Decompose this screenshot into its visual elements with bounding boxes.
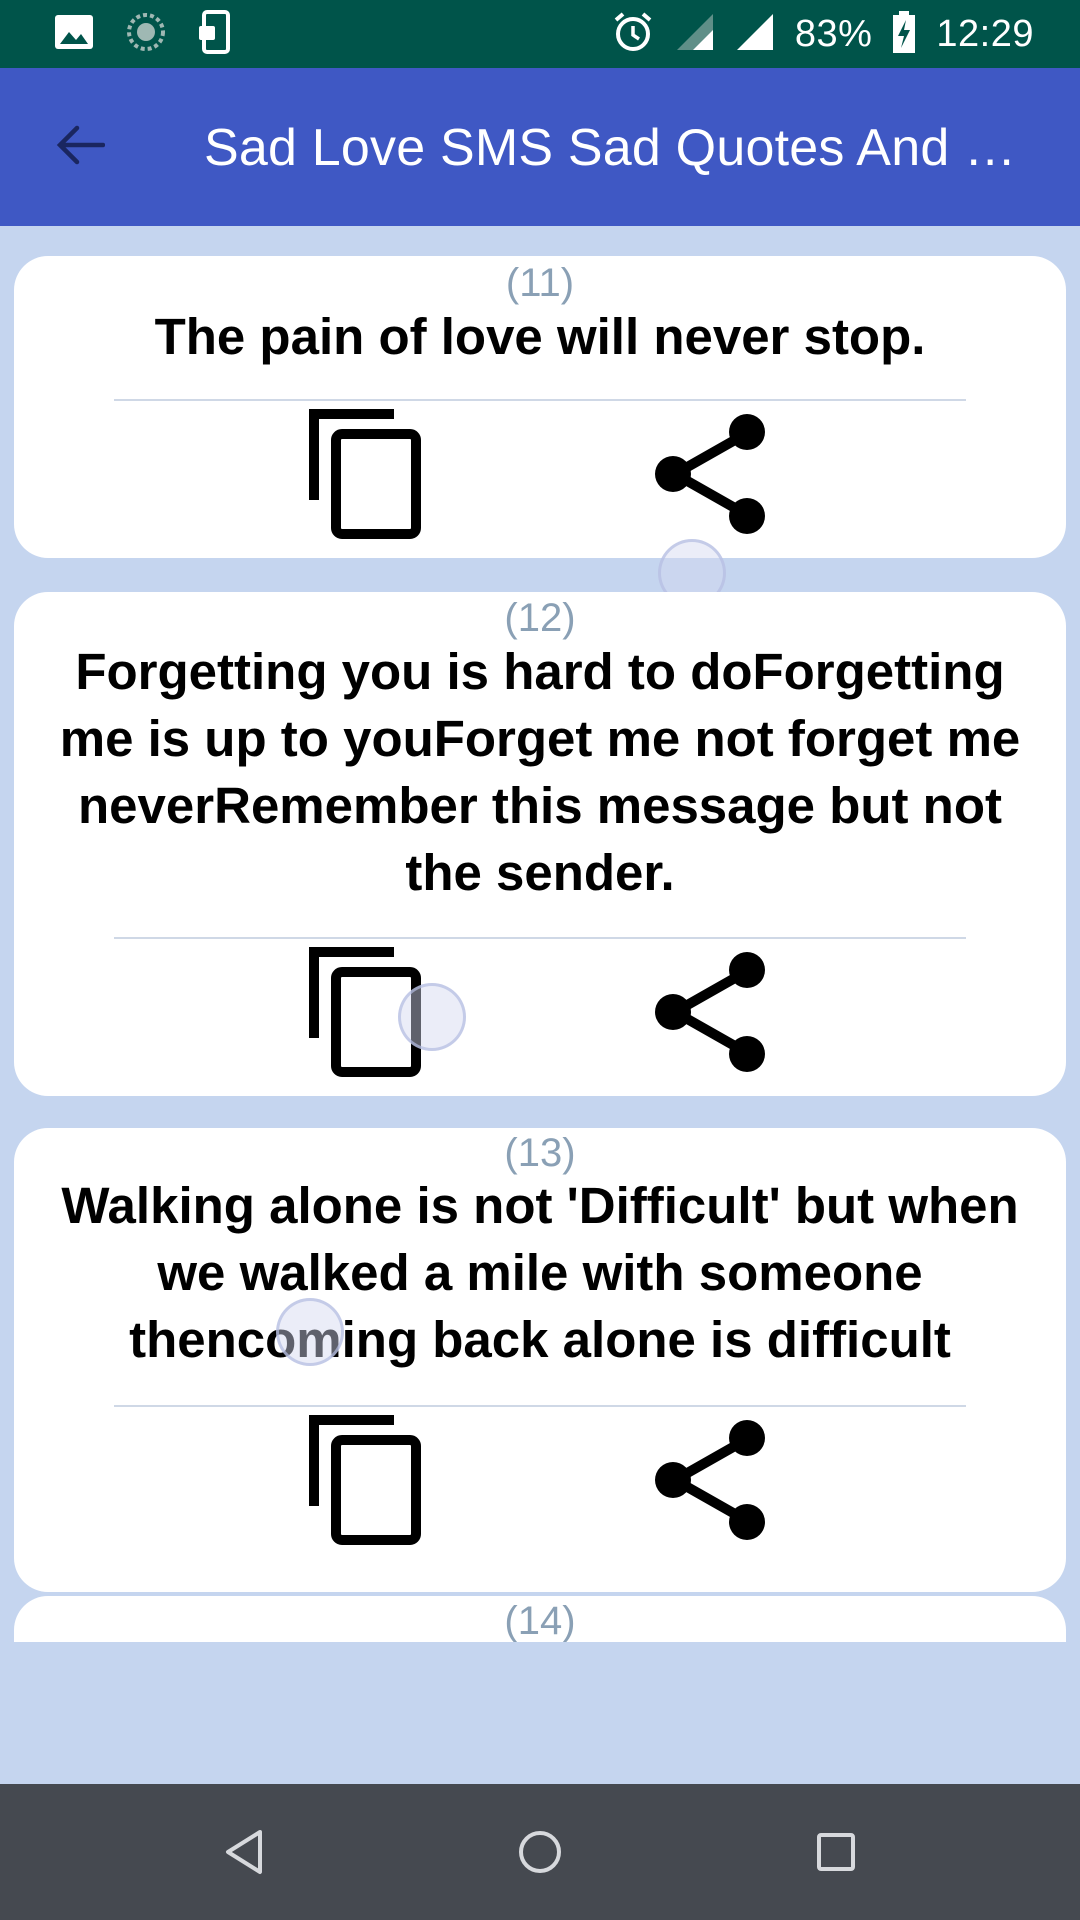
copy-icon (306, 408, 422, 545)
copy-icon (306, 1414, 422, 1551)
share-button[interactable] (634, 944, 784, 1084)
copy-button[interactable] (289, 1412, 439, 1552)
navigation-bar (0, 1784, 1080, 1920)
arrow-back-icon (55, 125, 106, 170)
status-bar: 83% 12:29 (0, 0, 1080, 68)
nav-back-button[interactable] (204, 1814, 284, 1894)
nav-home-button[interactable] (500, 1814, 580, 1894)
recents-square-icon (814, 1830, 858, 1879)
quote-list[interactable]: (11) The pain of love will never stop. (… (0, 226, 1080, 1642)
touch-indicator (276, 1298, 344, 1366)
quote-number: (13) (504, 1131, 576, 1175)
phone-lock-icon (198, 9, 230, 59)
alarm-icon (611, 10, 655, 59)
page-title: Sad Love SMS Sad Quotes And Poetry (204, 119, 1034, 177)
divider (114, 1405, 966, 1407)
back-button[interactable] (48, 115, 112, 179)
signal-icon (735, 12, 775, 57)
quote-number: (11) (505, 261, 575, 305)
back-triangle-icon (222, 1828, 266, 1881)
nav-recents-button[interactable] (796, 1814, 876, 1894)
share-button[interactable] (634, 406, 784, 546)
battery-charging-icon (892, 10, 916, 59)
touch-indicator (398, 983, 466, 1051)
signal-icon (675, 12, 715, 57)
quote-text: The pain of love will never stop. (154, 308, 926, 365)
quote-card: (13) Walking alone is not 'Difficult' bu… (14, 1128, 1066, 1592)
divider (114, 399, 966, 401)
share-button[interactable] (634, 1412, 784, 1552)
quote-text: Walking alone is not 'Difficult' but whe… (61, 1177, 1019, 1368)
quote-card: (14) (14, 1596, 1066, 1642)
share-icon (651, 1418, 767, 1547)
image-icon (54, 14, 94, 55)
battery-percent: 83% (794, 12, 873, 55)
home-circle-icon (516, 1828, 564, 1881)
sync-icon (126, 12, 166, 57)
quote-text: Forgetting you is hard to doForgetting m… (59, 643, 1021, 901)
quote-card: (11) The pain of love will never stop. (14, 256, 1066, 558)
app-bar: Sad Love SMS Sad Quotes And Poetry (0, 68, 1080, 226)
quote-card: (12) Forgetting you is hard to doForgett… (14, 592, 1066, 1096)
share-icon (651, 950, 767, 1079)
divider (114, 937, 966, 939)
clock: 12:29 (936, 12, 1034, 55)
copy-button[interactable] (289, 406, 439, 546)
share-icon (651, 412, 767, 541)
quote-number: (14) (504, 1599, 576, 1642)
quote-number: (12) (504, 596, 576, 640)
